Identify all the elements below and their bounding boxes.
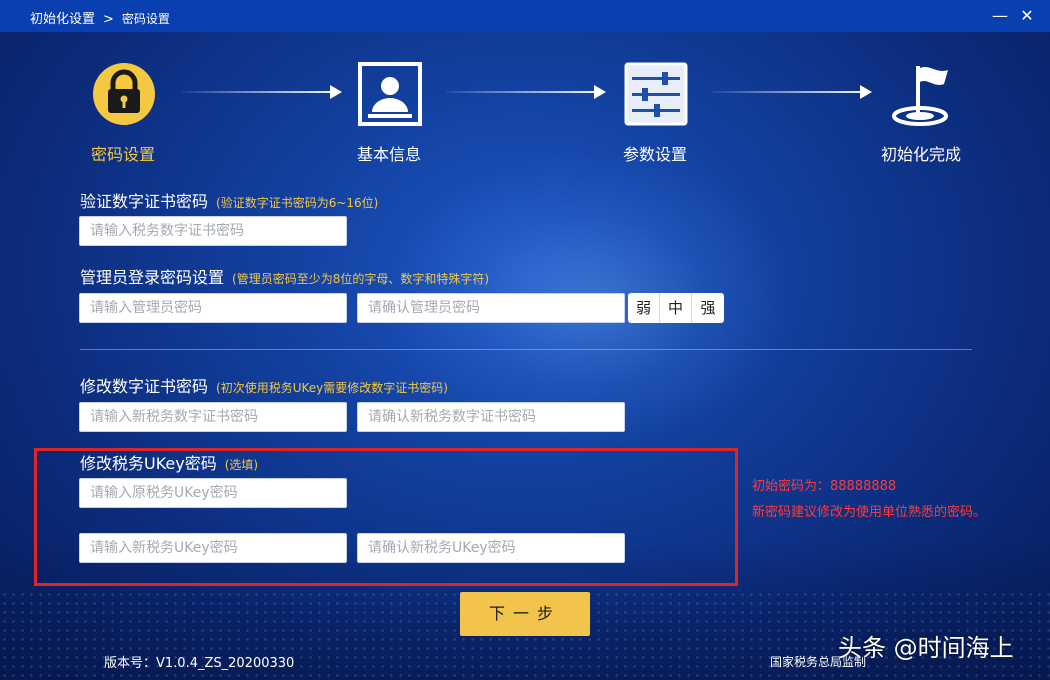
strength-weak: 弱	[628, 293, 660, 323]
title-bar: 初始化设置 > 密码设置 — ✕	[0, 0, 1050, 32]
step-arrow	[182, 85, 342, 99]
confirm-cert-password-input[interactable]	[357, 402, 625, 432]
section-divider	[80, 349, 972, 350]
close-button[interactable]: ✕	[1017, 6, 1037, 26]
cert-change-hint: (初次使用税务UKey需要修改数字证书密码)	[216, 381, 448, 395]
cert-change-title: 修改数字证书密码 (初次使用税务UKey需要修改数字证书密码)	[80, 373, 448, 397]
sliders-icon	[624, 62, 688, 126]
init-window: 初始化设置 > 密码设置 — ✕ 密码设置 基本信息 参数设置 初始化完成 验证…	[0, 0, 1050, 680]
breadcrumb-current: 密码设置	[121, 12, 170, 26]
step-arrow	[446, 85, 606, 99]
cert-verify-hint: (验证数字证书密码为6~16位)	[216, 196, 379, 210]
strength-medium: 中	[660, 293, 692, 323]
minimize-button[interactable]: —	[990, 6, 1010, 26]
cert-change-label: 修改数字证书密码	[80, 377, 209, 396]
cert-verify-label: 验证数字证书密码	[80, 192, 209, 211]
breadcrumb: 初始化设置 > 密码设置	[30, 8, 170, 27]
cert-verify-title: 验证数字证书密码 (验证数字证书密码为6~16位)	[80, 188, 378, 212]
step-label-basic-info: 基本信息	[356, 145, 421, 164]
watermark: 头条 @时间海上	[838, 634, 1014, 662]
cert-password-input[interactable]	[79, 216, 347, 246]
note-line-suggestion: 新密码建议修改为使用单位熟悉的密码。	[752, 505, 987, 520]
admin-password-input[interactable]	[79, 293, 347, 323]
old-ukey-password-input[interactable]	[79, 478, 347, 508]
breadcrumb-separator: >	[103, 12, 114, 27]
note-line-initial: 初始密码为：88888888	[752, 479, 897, 494]
lock-icon	[92, 62, 156, 126]
step-label-complete: 初始化完成	[880, 145, 961, 164]
admin-password-label: 管理员登录密码设置	[80, 268, 225, 287]
new-cert-password-input[interactable]	[79, 402, 347, 432]
new-ukey-password-input[interactable]	[79, 533, 347, 563]
ukey-change-hint: (选填)	[224, 458, 259, 472]
flag-icon	[888, 62, 952, 126]
ukey-change-label: 修改税务UKey密码	[80, 454, 217, 473]
step-label-parameters: 参数设置	[622, 145, 687, 164]
admin-password-confirm-input[interactable]	[357, 293, 625, 323]
step-arrow	[712, 85, 872, 99]
ukey-change-title: 修改税务UKey密码 (选填)	[80, 450, 258, 474]
admin-password-title: 管理员登录密码设置 (管理员密码至少为8位的字母、数字和特殊字符)	[80, 264, 489, 288]
next-step-button[interactable]: 下一步	[460, 592, 590, 636]
admin-password-hint: (管理员密码至少为8位的字母、数字和特殊字符)	[232, 272, 490, 286]
id-card-icon	[358, 62, 422, 126]
breadcrumb-root: 初始化设置	[30, 12, 96, 27]
strength-strong: 强	[692, 293, 724, 323]
version-label: 版本号：V1.0.4_ZS_20200330	[104, 656, 295, 671]
initial-password-note: 初始密码为：88888888 新密码建议修改为使用单位熟悉的密码。	[752, 474, 1002, 526]
step-label-password: 密码设置	[90, 145, 155, 164]
password-strength-meter: 弱 中 强	[628, 293, 724, 323]
confirm-ukey-password-input[interactable]	[357, 533, 625, 563]
